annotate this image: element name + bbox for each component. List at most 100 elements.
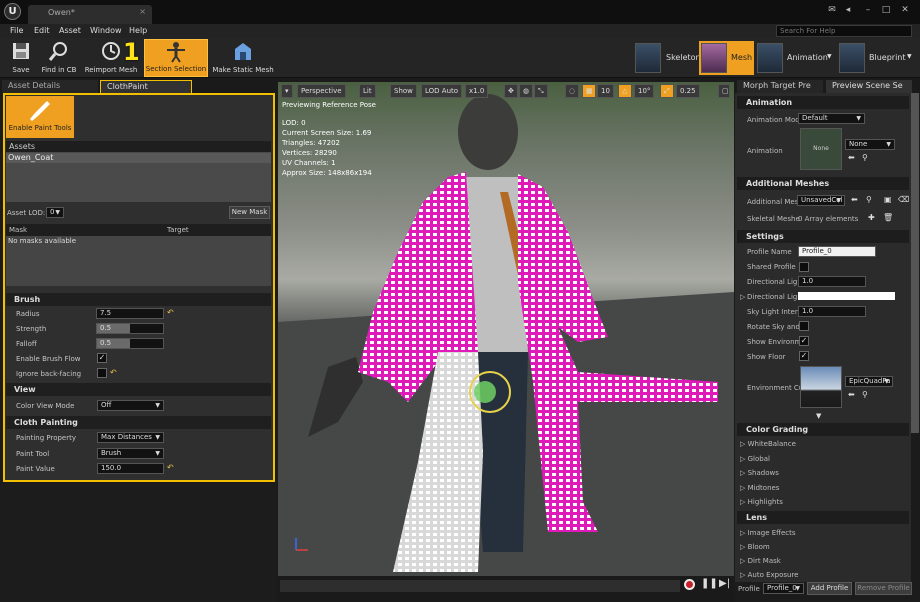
auto-exposure-item[interactable]: ▷ Auto Exposure: [740, 571, 799, 579]
asset-list-item[interactable]: Owen_Coat: [6, 153, 271, 163]
rotate-sky-checkbox[interactable]: [799, 321, 809, 331]
additional-meshes-section-header[interactable]: Additional Meshes: [737, 177, 909, 190]
menu-window[interactable]: Window: [90, 26, 122, 35]
search-input[interactable]: Search For Help: [776, 25, 912, 37]
directional-light-intensity-field[interactable]: 1.0: [798, 276, 866, 287]
settings-section-header[interactable]: Settings: [737, 230, 909, 243]
menu-help[interactable]: Help: [129, 26, 147, 35]
feedback-icon[interactable]: ◂: [842, 4, 854, 16]
scale-snap-icon[interactable]: ⤢: [660, 84, 674, 98]
unreal-logo-icon[interactable]: U: [4, 3, 21, 20]
brush-section-header[interactable]: Brush: [6, 293, 271, 306]
profile-name-field[interactable]: Profile_0: [798, 246, 876, 257]
bloom-item[interactable]: ▷ Bloom: [740, 543, 770, 551]
reset-icon[interactable]: ↶: [167, 463, 174, 472]
perspective-button[interactable]: Perspective: [297, 84, 346, 98]
color-grading-section-header[interactable]: Color Grading: [737, 423, 909, 436]
angle-size-button[interactable]: 10°: [634, 84, 655, 98]
browse-icon[interactable]: ⚲: [862, 153, 868, 162]
grid-snap-icon[interactable]: ▦: [582, 84, 596, 98]
tab-morph-target-preview[interactable]: Morph Target Pre: [737, 80, 823, 93]
close-window-icon[interactable]: ✕: [899, 4, 911, 16]
brush-flow-checkbox[interactable]: ✓: [97, 353, 107, 363]
environment-cube-thumbnail[interactable]: [800, 366, 842, 408]
angle-snap-icon[interactable]: △: [618, 84, 632, 98]
scale-icon[interactable]: ⤡: [534, 84, 548, 98]
section-selection-button[interactable]: Section Selection: [144, 39, 208, 77]
maximize-icon[interactable]: □: [880, 4, 892, 16]
view-section-header[interactable]: View: [6, 383, 271, 396]
paint-value-field[interactable]: 150.0: [97, 463, 164, 474]
notification-icon[interactable]: ✉: [826, 4, 838, 16]
advanced-expand-icon[interactable]: ▼: [816, 412, 821, 420]
scale-size-button[interactable]: 0.25: [676, 84, 700, 98]
global-item[interactable]: ▷ Global: [740, 455, 770, 463]
animation-asset-dropdown[interactable]: None: [845, 139, 895, 150]
reset-icon[interactable]: ↶: [110, 368, 117, 377]
menu-asset[interactable]: Asset: [59, 26, 81, 35]
grid-size-button[interactable]: 10: [597, 84, 614, 98]
use-selected-icon[interactable]: ⬅: [851, 195, 858, 204]
chevron-down-icon[interactable]: ▼: [907, 53, 912, 60]
rotate-icon[interactable]: ◍: [519, 84, 533, 98]
show-environment-checkbox[interactable]: ✓: [799, 336, 809, 346]
save-icon[interactable]: ▣: [884, 195, 892, 204]
show-floor-checkbox[interactable]: ✓: [799, 351, 809, 361]
additional-meshes-dropdown[interactable]: UnsavedCol: [797, 195, 845, 206]
shared-profile-checkbox[interactable]: [799, 262, 809, 272]
tab-preview-scene-settings[interactable]: Preview Scene Se: [826, 80, 912, 93]
strength-field[interactable]: 0.5: [96, 323, 164, 334]
shadows-item[interactable]: ▷ Shadows: [740, 469, 779, 477]
color-view-mode-dropdown[interactable]: Off: [97, 400, 164, 411]
enable-paint-tools-button[interactable]: Enable Paint Tools: [6, 96, 74, 138]
show-button[interactable]: Show: [390, 84, 417, 98]
cloth-painting-section-header[interactable]: Cloth Painting: [6, 416, 271, 429]
lens-section-header[interactable]: Lens: [737, 511, 909, 524]
make-static-mesh-button[interactable]: Make Static Mesh: [210, 39, 276, 77]
mode-animation-button[interactable]: Animation ▼: [755, 41, 835, 75]
document-tab[interactable]: Owen* ×: [28, 5, 152, 24]
save-button[interactable]: Save: [4, 39, 38, 77]
menu-edit[interactable]: Edit: [34, 26, 50, 35]
surface-snap-icon[interactable]: ◌: [565, 84, 579, 98]
add-icon[interactable]: ✚: [868, 213, 875, 222]
painting-property-dropdown[interactable]: Max Distances: [97, 432, 164, 443]
mode-mesh-button[interactable]: Mesh: [699, 41, 754, 75]
asset-lod-dropdown[interactable]: 0: [46, 207, 64, 218]
right-scrollbar[interactable]: [911, 93, 919, 433]
animation-mode-dropdown[interactable]: Default: [798, 113, 865, 124]
midtones-item[interactable]: ▷ Midtones: [740, 484, 779, 492]
mode-skeleton-button[interactable]: Skeleton: [633, 41, 701, 75]
tab-asset-details[interactable]: Asset Details: [2, 80, 98, 93]
maximize-viewport-icon[interactable]: ▢: [718, 84, 730, 98]
chevron-down-icon[interactable]: ▼: [827, 53, 832, 60]
sky-light-intensity-field[interactable]: 1.0: [798, 306, 866, 317]
new-mask-button[interactable]: New Mask: [229, 206, 270, 219]
browse-icon[interactable]: ⚲: [862, 390, 868, 399]
use-selected-icon[interactable]: ⬅: [848, 153, 855, 162]
paint-tool-dropdown[interactable]: Brush: [97, 448, 164, 459]
record-icon[interactable]: [684, 579, 695, 590]
environment-cube-dropdown[interactable]: EpicQuadPa: [845, 376, 893, 387]
tab-cloth-paint[interactable]: ClothPaint: [100, 80, 192, 93]
trash-icon[interactable]: 🗑: [883, 213, 893, 222]
speed-button[interactable]: x1.0: [465, 84, 489, 98]
image-effects-item[interactable]: ▷ Image Effects: [740, 529, 796, 537]
browse-icon[interactable]: ⚲: [866, 195, 872, 204]
white-balance-item[interactable]: ▷ WhiteBalance: [740, 440, 796, 448]
reset-icon[interactable]: ↶: [167, 308, 174, 317]
radius-field[interactable]: 7.5: [96, 308, 164, 319]
highlights-item[interactable]: ▷ Highlights: [740, 498, 783, 506]
lod-auto-button[interactable]: LOD Auto: [421, 84, 463, 98]
ignore-backfacing-checkbox[interactable]: [97, 368, 107, 378]
dirt-mask-item[interactable]: ▷ Dirt Mask: [740, 557, 781, 565]
clear-icon[interactable]: ⌫: [898, 195, 909, 204]
minimize-icon[interactable]: –: [862, 4, 874, 16]
animation-section-header[interactable]: Animation: [737, 96, 909, 109]
use-selected-icon[interactable]: ⬅: [848, 390, 855, 399]
lit-button[interactable]: Lit: [359, 84, 376, 98]
pause-icon[interactable]: ❚❚: [701, 578, 718, 589]
timeline-scrubber[interactable]: [280, 580, 680, 592]
profile-dropdown[interactable]: Profile_0: [763, 583, 804, 594]
close-icon[interactable]: ×: [139, 7, 146, 16]
